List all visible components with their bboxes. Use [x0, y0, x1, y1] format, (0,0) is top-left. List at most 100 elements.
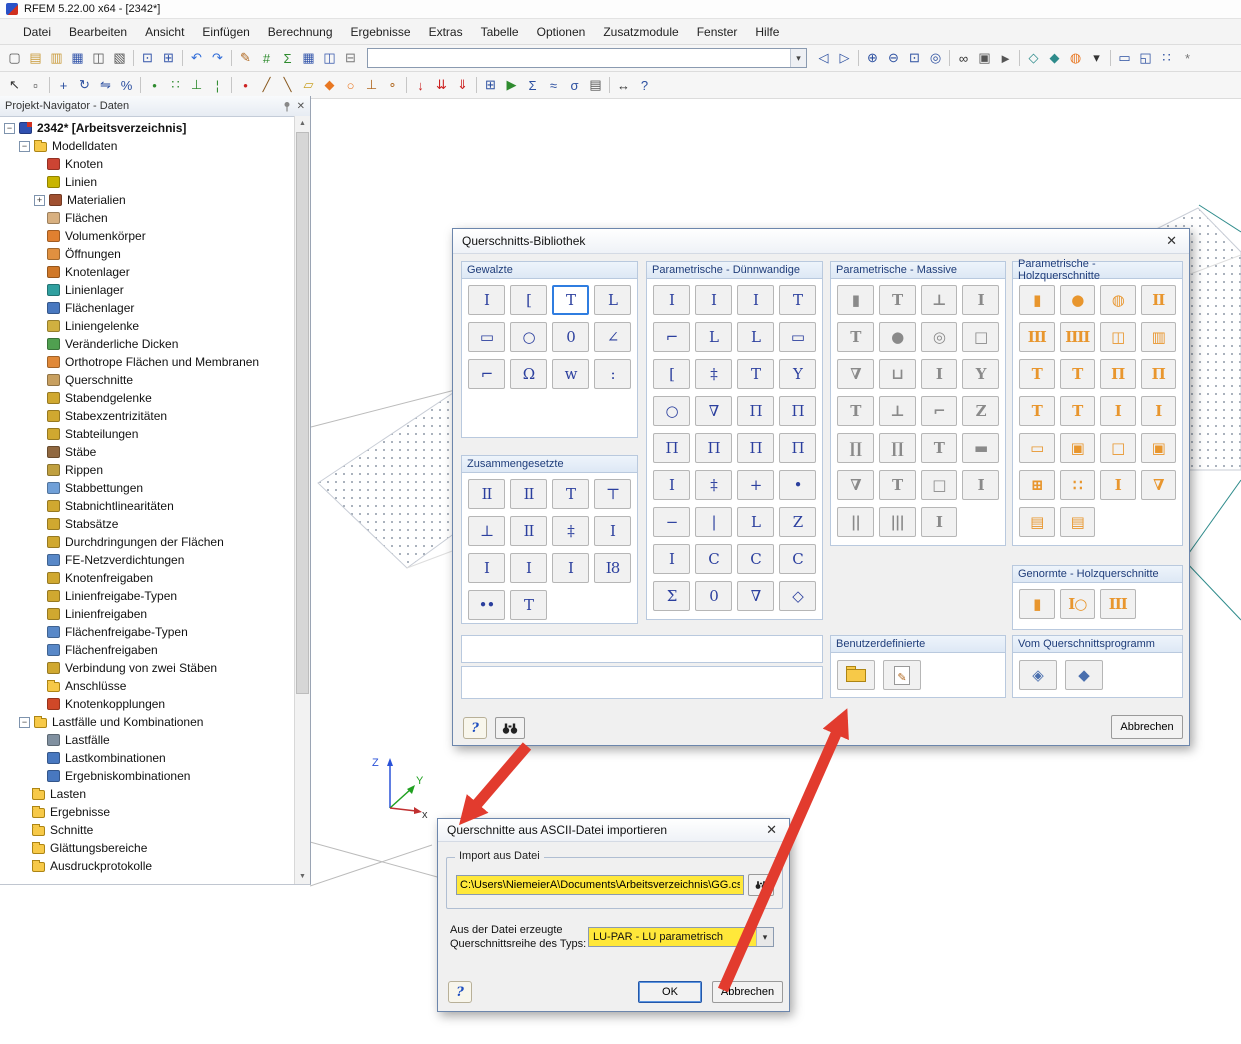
section-button[interactable]: L: [737, 322, 774, 352]
zoom-in-icon[interactable]: ⊕: [862, 48, 883, 68]
section-button[interactable]: w: [552, 359, 589, 389]
tree-item[interactable]: Volumenkörper: [0, 227, 294, 245]
new-node-icon[interactable]: •: [235, 75, 256, 95]
section-button[interactable]: ⊥: [921, 285, 958, 315]
section-button[interactable]: ⌐: [653, 322, 690, 352]
section-button[interactable]: T: [1060, 359, 1096, 389]
move-icon[interactable]: +: [53, 75, 74, 95]
new-hinge-icon[interactable]: ∘: [382, 75, 403, 95]
tree-item[interactable]: Stabendgelenke: [0, 389, 294, 407]
tree-item[interactable]: Stabexzentrizitäten: [0, 407, 294, 425]
cancel-button[interactable]: Abbrechen: [712, 981, 783, 1003]
menu-item[interactable]: Ergebnisse: [342, 22, 420, 42]
section-button[interactable]: I: [468, 285, 505, 315]
copy-icon[interactable]: ⊡: [137, 48, 158, 68]
section-button[interactable]: ▬: [962, 433, 999, 463]
section-button[interactable]: I: [594, 516, 631, 546]
section-button[interactable]: ‡: [552, 516, 589, 546]
section-button[interactable]: L: [737, 507, 774, 537]
ok-button[interactable]: OK: [638, 981, 702, 1003]
chevron-down-icon[interactable]: ▾: [1086, 48, 1107, 68]
section-button[interactable]: I: [653, 285, 690, 315]
section-button[interactable]: ∠: [594, 322, 631, 352]
section-button[interactable]: ▮: [1019, 589, 1055, 619]
navigator-header[interactable]: Projekt-Navigator - Daten ✕: [0, 96, 310, 117]
view-3d-icon[interactable]: ◱: [1135, 48, 1156, 68]
load-node-icon[interactable]: ↓: [410, 75, 431, 95]
section-button[interactable]: I: [552, 553, 589, 583]
tree-item[interactable]: Stabnichtlinearitäten: [0, 497, 294, 515]
tree-item[interactable]: − Lastfälle und Kombinationen: [0, 713, 294, 731]
tree-item[interactable]: Ergebniskombinationen: [0, 767, 294, 785]
next-view-icon[interactable]: ▷: [834, 48, 855, 68]
section-button[interactable]: [: [653, 359, 690, 389]
tree-item[interactable]: Knotenfreigaben: [0, 569, 294, 587]
section-button[interactable]: □: [962, 322, 999, 352]
mesh-icon[interactable]: ⊞: [480, 75, 501, 95]
tree-item[interactable]: Flächenfreigaben: [0, 641, 294, 659]
tree-item[interactable]: Knotenlager: [0, 263, 294, 281]
tree-item[interactable]: Rippen: [0, 461, 294, 479]
open-icon[interactable]: ▤: [25, 48, 46, 68]
tree-expander[interactable]: −: [19, 717, 30, 728]
section-button[interactable]: II: [510, 479, 547, 509]
section-button[interactable]: ∷: [1060, 470, 1096, 500]
tree-item[interactable]: Lasten: [0, 785, 294, 803]
section-button[interactable]: ⌐: [468, 359, 505, 389]
section-button[interactable]: 0: [552, 322, 589, 352]
tree-item[interactable]: Stabbettungen: [0, 479, 294, 497]
tree-item[interactable]: Lastfälle: [0, 731, 294, 749]
close-icon[interactable]: ✕: [297, 101, 305, 112]
section-button[interactable]: ⊥: [879, 396, 916, 426]
tree-item[interactable]: − Modelldaten: [0, 137, 294, 155]
mirror-icon[interactable]: ⇋: [95, 75, 116, 95]
section-button[interactable]: II: [468, 479, 505, 509]
section-button[interactable]: I: [1100, 396, 1136, 426]
binoculars-icon[interactable]: ∞: [953, 48, 974, 68]
section-button[interactable]: [: [510, 285, 547, 315]
section-button[interactable]: L: [594, 285, 631, 315]
shape-massive-program-button[interactable]: ◆: [1065, 660, 1103, 690]
section-button[interactable]: I: [962, 285, 999, 315]
section-button[interactable]: Y: [962, 359, 999, 389]
new-icon[interactable]: ▢: [4, 48, 25, 68]
shape-thin-program-button[interactable]: ◈: [1019, 660, 1057, 690]
section-button[interactable]: T: [737, 359, 774, 389]
section-button[interactable]: T: [921, 433, 958, 463]
navigator-scrollbar[interactable]: ▲ ▼: [294, 116, 310, 884]
tree-item[interactable]: Verbindung von zwei Stäben: [0, 659, 294, 677]
snap-grid-icon[interactable]: ∷: [165, 75, 186, 95]
section-button[interactable]: |: [695, 507, 732, 537]
deformation-icon[interactable]: ≈: [543, 75, 564, 95]
video-icon[interactable]: ►: [995, 48, 1016, 68]
section-button[interactable]: ••: [468, 590, 505, 620]
section-button[interactable]: I: [737, 285, 774, 315]
section-button[interactable]: ●: [1060, 285, 1096, 315]
dialog-titlebar[interactable]: Querschnitts-Bibliothek ✕: [453, 229, 1189, 254]
tree-item[interactable]: Ausdruckprotokolle: [0, 857, 294, 875]
numbering-icon[interactable]: #: [256, 48, 277, 68]
tree-item[interactable]: Liniengelenke: [0, 317, 294, 335]
menu-item[interactable]: Tabelle: [472, 22, 528, 42]
section-button[interactable]: +: [737, 470, 774, 500]
section-button[interactable]: I8: [594, 553, 631, 583]
menu-item[interactable]: Optionen: [528, 22, 595, 42]
scroll-up-icon[interactable]: ▲: [295, 116, 310, 131]
tree-item[interactable]: Stabsätze: [0, 515, 294, 533]
tree-item[interactable]: FE-Netzverdichtungen: [0, 551, 294, 569]
results-icon[interactable]: Σ: [522, 75, 543, 95]
section-button[interactable]: ◇: [779, 581, 816, 611]
load-member-icon[interactable]: ⇊: [431, 75, 452, 95]
section-button[interactable]: Σ: [653, 581, 690, 611]
sum-icon[interactable]: Σ: [277, 48, 298, 68]
new-support-icon[interactable]: ⊥: [361, 75, 382, 95]
guideline-icon[interactable]: ¦: [207, 75, 228, 95]
section-button[interactable]: Π: [1141, 359, 1177, 389]
render-icon[interactable]: ◍: [1065, 48, 1086, 68]
section-button[interactable]: ◫: [1100, 322, 1136, 352]
section-button[interactable]: I: [1100, 470, 1136, 500]
table-layout-icon[interactable]: ◫: [319, 48, 340, 68]
tree-item[interactable]: Veränderliche Dicken: [0, 335, 294, 353]
user-section-open-button[interactable]: [837, 660, 875, 690]
section-button[interactable]: IIII: [1060, 322, 1096, 352]
